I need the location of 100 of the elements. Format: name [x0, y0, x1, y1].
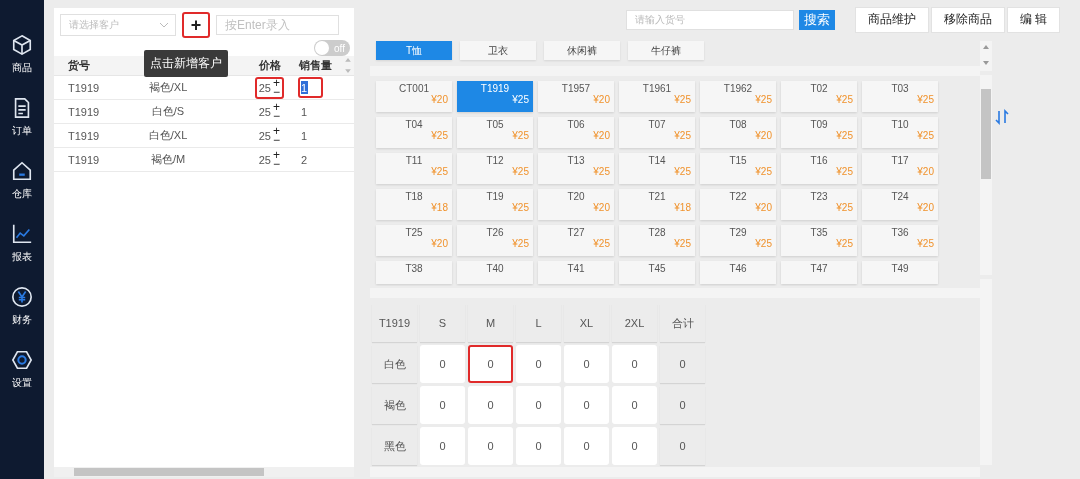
horizontal-scrollbar[interactable]: [370, 467, 980, 477]
category-tab[interactable]: T恤: [376, 41, 452, 60]
nav-label[interactable]: 报表: [12, 250, 32, 264]
quantity-cell[interactable]: 0: [612, 386, 657, 424]
price-stepper[interactable]: 25 + −: [254, 124, 284, 147]
quantity-cell[interactable]: 0: [420, 386, 465, 424]
product-tile[interactable]: T1962 ¥25: [700, 81, 776, 112]
quantity-cell[interactable]: 0: [516, 386, 561, 424]
quantity-cell[interactable]: 0: [420, 427, 465, 465]
quantity-cell[interactable]: 0: [564, 386, 609, 424]
product-tile[interactable]: T38: [376, 261, 452, 284]
quantity-field[interactable]: 1: [298, 77, 324, 98]
category-tab[interactable]: 休闲裤: [544, 41, 620, 60]
table-cell-text: T1919: [67, 104, 101, 120]
product-tile[interactable]: T45: [619, 261, 695, 284]
product-tile[interactable]: T15 ¥25: [700, 153, 776, 184]
toolbar-button[interactable]: 编 辑: [1006, 6, 1060, 33]
product-tile[interactable]: T1961 ¥25: [619, 81, 695, 112]
hexagon-icon[interactable]: [11, 349, 33, 371]
product-tile[interactable]: T26 ¥25: [457, 225, 533, 256]
product-tile[interactable]: T11 ¥25: [376, 153, 452, 184]
product-tile[interactable]: T09 ¥25: [781, 117, 857, 148]
search-field[interactable]: 请输入货号: [626, 9, 794, 30]
product-tile[interactable]: T22 ¥20: [700, 189, 776, 220]
price-stepper[interactable]: 25 + −: [254, 76, 284, 99]
horizontal-scrollbar[interactable]: [54, 467, 354, 477]
product-tile[interactable]: T1919 ¥25: [457, 81, 533, 112]
house-icon[interactable]: [11, 160, 33, 182]
product-tile[interactable]: T18 ¥18: [376, 189, 452, 220]
product-tile[interactable]: T03 ¥25: [862, 81, 938, 112]
quantity-field[interactable]: 1: [298, 101, 324, 122]
product-tile[interactable]: T28 ¥25: [619, 225, 695, 256]
toolbar-button[interactable]: 商品维护: [854, 6, 929, 33]
product-tile[interactable]: T40: [457, 261, 533, 284]
sort-icon[interactable]: [995, 109, 1009, 125]
product-tile[interactable]: T1957 ¥20: [538, 81, 614, 112]
product-tile[interactable]: T20 ¥20: [538, 189, 614, 220]
product-tile[interactable]: T16 ¥25: [781, 153, 857, 184]
quantity-cell[interactable]: 0: [516, 345, 561, 383]
nav-label[interactable]: 仓库: [12, 187, 32, 201]
product-tile[interactable]: T06 ¥20: [538, 117, 614, 148]
category-tab[interactable]: 牛仔裤: [628, 41, 704, 60]
line-chart-icon[interactable]: [11, 223, 33, 245]
category-tab[interactable]: 卫衣: [460, 41, 536, 60]
quantity-cell[interactable]: 0: [420, 345, 465, 383]
product-tile[interactable]: T07 ¥25: [619, 117, 695, 148]
product-tile[interactable]: T02 ¥25: [781, 81, 857, 112]
vertical-scrollbar[interactable]: [980, 75, 992, 275]
product-tile[interactable]: T17 ¥20: [862, 153, 938, 184]
product-tile[interactable]: T21 ¥18: [619, 189, 695, 220]
quantity-cell[interactable]: 0: [468, 345, 513, 383]
column-header: 货号: [67, 58, 91, 73]
quantity-cell[interactable]: 0: [468, 427, 513, 465]
quantity-cell[interactable]: 0: [612, 345, 657, 383]
product-tile[interactable]: T29 ¥25: [700, 225, 776, 256]
scroll-arrows-icon[interactable]: [344, 56, 352, 75]
entry-field[interactable]: 按Enter录入: [216, 15, 339, 35]
product-tile[interactable]: T24 ¥20: [862, 189, 938, 220]
product-tile[interactable]: T10 ¥25: [862, 117, 938, 148]
quantity-cell[interactable]: 0: [564, 427, 609, 465]
price-stepper[interactable]: 25 + −: [254, 148, 284, 171]
total-cell: 0: [660, 386, 705, 424]
matrix-header: L: [516, 304, 561, 342]
product-tile[interactable]: T25 ¥20: [376, 225, 452, 256]
nav-label[interactable]: 财务: [12, 313, 32, 327]
product-tile[interactable]: T14 ¥25: [619, 153, 695, 184]
product-tile[interactable]: T49: [862, 261, 938, 284]
product-tile[interactable]: T47: [781, 261, 857, 284]
product-tile[interactable]: T46: [700, 261, 776, 284]
search-button[interactable]: 搜索: [799, 9, 835, 30]
nav-label[interactable]: 商品: [12, 61, 32, 75]
price-stepper[interactable]: 25 + −: [254, 100, 284, 123]
product-tile[interactable]: T19 ¥25: [457, 189, 533, 220]
product-tile[interactable]: T41: [538, 261, 614, 284]
toolbar-button[interactable]: 移除商品: [930, 6, 1005, 33]
table-cell-text: T1919: [67, 128, 101, 144]
product-tile[interactable]: T04 ¥25: [376, 117, 452, 148]
quantity-cell[interactable]: 0: [516, 427, 561, 465]
matrix-header: M: [468, 304, 513, 342]
product-tile[interactable]: T08 ¥20: [700, 117, 776, 148]
product-tile[interactable]: CT001 ¥20: [376, 81, 452, 112]
product-tile[interactable]: T05 ¥25: [457, 117, 533, 148]
yen-icon[interactable]: [11, 286, 33, 308]
quantity-cell[interactable]: 0: [564, 345, 609, 383]
quantity-cell[interactable]: 0: [612, 427, 657, 465]
nav-label[interactable]: 设置: [12, 376, 32, 390]
quantity-field[interactable]: 2: [298, 149, 324, 170]
product-tile[interactable]: T23 ¥25: [781, 189, 857, 220]
product-tile[interactable]: T36 ¥25: [862, 225, 938, 256]
product-tile[interactable]: T27 ¥25: [538, 225, 614, 256]
product-tile[interactable]: T13 ¥25: [538, 153, 614, 184]
cube-icon[interactable]: [11, 34, 33, 56]
nav-label[interactable]: 订单: [12, 124, 32, 138]
add-customer-button[interactable]: +: [182, 12, 210, 38]
table-cell-text: T1919: [67, 152, 101, 168]
product-tile[interactable]: T12 ¥25: [457, 153, 533, 184]
product-tile[interactable]: T35 ¥25: [781, 225, 857, 256]
quantity-field[interactable]: 1: [298, 125, 324, 146]
quantity-cell[interactable]: 0: [468, 386, 513, 424]
column-header: 销售量: [299, 58, 332, 73]
